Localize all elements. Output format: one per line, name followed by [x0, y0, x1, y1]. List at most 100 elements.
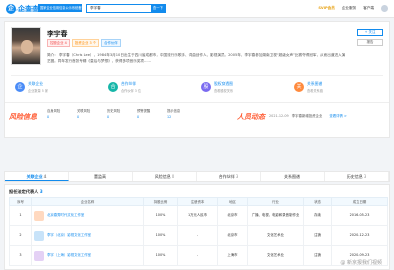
- row-number: 3: [9, 245, 32, 266]
- tab-count: 4: [43, 174, 47, 179]
- company-cell: 北京春秀时代文化工作室: [31, 205, 144, 226]
- tag-controlled-companies[interactable]: 控股企业 4: [47, 39, 70, 47]
- stat-self-risk[interactable]: 自身风险 0: [47, 108, 71, 119]
- nav-client[interactable]: 客户端: [363, 6, 374, 11]
- tab-risk[interactable]: 风险信息0: [133, 172, 197, 181]
- quick-link-title: 股权穿透图: [214, 80, 233, 86]
- tab-count: 3: [235, 174, 239, 179]
- quick-link-sub: 查看股权关系: [214, 88, 234, 93]
- stat-related-risk[interactable]: 关联风险 0: [77, 108, 101, 119]
- column-header: 成立日期: [331, 197, 388, 206]
- table-row[interactable]: 3 李宇（上海）影视文化工作室 100% - 上海市 文化艺术业 注销 2020…: [9, 245, 388, 266]
- stat-value: 12: [167, 115, 172, 119]
- industry: 文化艺术业: [247, 245, 304, 266]
- registered-capital: -: [177, 225, 218, 246]
- tab-count: 0: [171, 174, 175, 179]
- person-photo: [11, 27, 41, 65]
- stat-notice[interactable]: 提示信息 12: [167, 108, 191, 119]
- risk-brand-label: 风险信息: [9, 113, 37, 121]
- column-header: 行业: [247, 197, 304, 206]
- stat-history-risk[interactable]: 历史风险 0: [107, 108, 131, 119]
- tag-partners[interactable]: 合作伙伴: [101, 39, 121, 47]
- company-name-link[interactable]: 李宇（北京）影视文化工作室: [47, 233, 91, 238]
- search-button[interactable]: 查一下: [151, 5, 165, 12]
- search-input[interactable]: [87, 5, 149, 12]
- section-title: 担任法定代表人 3: [9, 189, 43, 195]
- tag-invested-companies[interactable]: 投资企业 3 个: [71, 39, 100, 47]
- tab-relation-graph[interactable]: 关系图谱: [261, 172, 325, 181]
- company-cell: 李宇（北京）影视文化工作室: [31, 225, 144, 246]
- registered-capital: -: [177, 245, 218, 266]
- share-ratio: 100%: [143, 245, 178, 266]
- person-description: 简介： 李宇春（Chris Lee），1984年3月10日出生于四川省成都市，中…: [47, 53, 346, 63]
- region: 北京市: [217, 205, 248, 226]
- quick-link-related-companies[interactable]: 企 关联企业 企业数量 5 家: [11, 76, 104, 97]
- company-name-link[interactable]: 北京春秀时代文化工作室: [47, 213, 84, 218]
- company-logo-icon: [34, 250, 44, 261]
- tab-label: 关联企业: [26, 174, 43, 179]
- user-avatar[interactable]: [381, 5, 388, 12]
- news-detail-link[interactable]: 查看详情 >: [329, 114, 346, 118]
- news-date: 2021-12-09: [269, 114, 289, 118]
- quick-link-title: 关联企业: [28, 80, 44, 86]
- company-name-link[interactable]: 李宇（上海）影视文化工作室: [47, 253, 91, 258]
- news-line: 2021-12-09 李宇春新增投资企业 查看详情 >: [269, 113, 347, 118]
- column-header: 状态: [303, 197, 332, 206]
- follow-button[interactable]: + 关注: [357, 29, 383, 36]
- table-header-row: 序号 企业名称 持股比例 注册资本 地区 行业 状态 成立日期: [9, 197, 388, 206]
- column-header: 企业名称: [31, 197, 144, 206]
- vip-link[interactable]: SVIP会员: [318, 6, 335, 11]
- person-tags: 控股企业 4 投资企业 3 个 合作伙伴: [47, 39, 121, 47]
- person-profile-card: 李宇春 控股企业 4 投资企业 3 个 合作伙伴 简介： 李宇春（Chris L…: [4, 21, 390, 138]
- stat-value: 0: [107, 115, 110, 119]
- company-logo-icon: [34, 230, 44, 241]
- region: 上海市: [217, 245, 248, 266]
- stat-value: 0: [137, 115, 140, 119]
- risk-stats-row: 风险信息 自身风险 0 关联风险 0 历史风险 0 预警提醒 0 提示信息 12…: [5, 102, 389, 138]
- share-ratio: 100%: [143, 225, 178, 246]
- section-count: 3: [39, 189, 43, 194]
- search-bar: 查一下: [86, 4, 166, 13]
- stat-label: 预警提醒: [137, 109, 151, 113]
- company-logo-icon: [34, 210, 44, 221]
- tab-related-companies[interactable]: 关联企业4: [5, 172, 69, 181]
- section-title-text: 担任法定代表人: [9, 189, 39, 194]
- stat-value: 0: [47, 115, 50, 119]
- quick-links: 企 关联企业 企业数量 5 家 合 合作伙伴 合作伙伴 3 位 股 股权穿透图 查看股…: [11, 75, 383, 97]
- report-button[interactable]: 报告: [357, 39, 383, 46]
- founding-date: 2020-12-23: [331, 225, 388, 246]
- dynamics-brand-label: 人员动态: [237, 113, 265, 121]
- tab-count: 3: [363, 174, 367, 179]
- company-icon: 企: [15, 81, 25, 92]
- quick-link-relation-graph[interactable]: 关 关系图谱 查看关系链: [290, 76, 383, 97]
- stat-warning[interactable]: 预警提醒 0: [137, 108, 161, 119]
- quick-link-sub: 查看关系链: [307, 88, 323, 93]
- logo-subtitle: QICHACHA.COM: [12, 9, 33, 12]
- table-row[interactable]: 1 北京春秀时代文化工作室 100% 1万元人民币 北京市 广播、电视、电影和录…: [9, 205, 388, 226]
- nav-enterprise-service[interactable]: 企业服务: [342, 6, 356, 11]
- table-row[interactable]: 2 李宇（北京）影视文化工作室 100% - 北京市 文化艺术业 注销 2020…: [9, 225, 388, 246]
- quick-link-title: 合作伙伴: [121, 80, 137, 86]
- top-header: 企 企查查 QICHACHA.COM 国家企业信用信息公示系统备案 查一下 SV…: [0, 0, 394, 18]
- tab-label: 风险信息: [154, 174, 171, 179]
- founding-date: 2016-05-23: [331, 205, 388, 226]
- status-badge: 存续: [303, 205, 332, 226]
- industry: 广播、电视、电影和录音制作业: [247, 205, 304, 226]
- column-header: 序号: [9, 197, 32, 206]
- face-shape: [21, 40, 33, 54]
- tab-label: 合作伙伴: [218, 174, 235, 179]
- region: 北京市: [217, 225, 248, 246]
- companies-table: 序号 企业名称 持股比例 注册资本 地区 行业 状态 成立日期 1 北京春秀时代…: [9, 197, 388, 266]
- stat-label: 提示信息: [167, 109, 181, 113]
- video-watermark: @ 新京报我们视频: [340, 260, 382, 266]
- quick-link-partners[interactable]: 合 合作伙伴 合作伙伴 3 位: [104, 76, 197, 97]
- quick-link-equity-chart[interactable]: 股 股权穿透图 查看股权关系: [197, 76, 290, 97]
- tab-history[interactable]: 历史信息3: [325, 172, 389, 181]
- news-text: 李宇春新增投资企业: [291, 114, 323, 118]
- legal-representative-section: 担任法定代表人 3 序号 企业名称 持股比例 注册资本 地区 行业 状态 成立日…: [4, 184, 390, 270]
- tab-partners[interactable]: 合作伙伴3: [197, 172, 261, 181]
- stat-label: 历史风险: [107, 109, 121, 113]
- tab-executives[interactable]: 董监高: [69, 172, 133, 181]
- status-badge: 注销: [303, 225, 332, 246]
- record-badge: 国家企业信用信息公示系统备案: [38, 4, 82, 12]
